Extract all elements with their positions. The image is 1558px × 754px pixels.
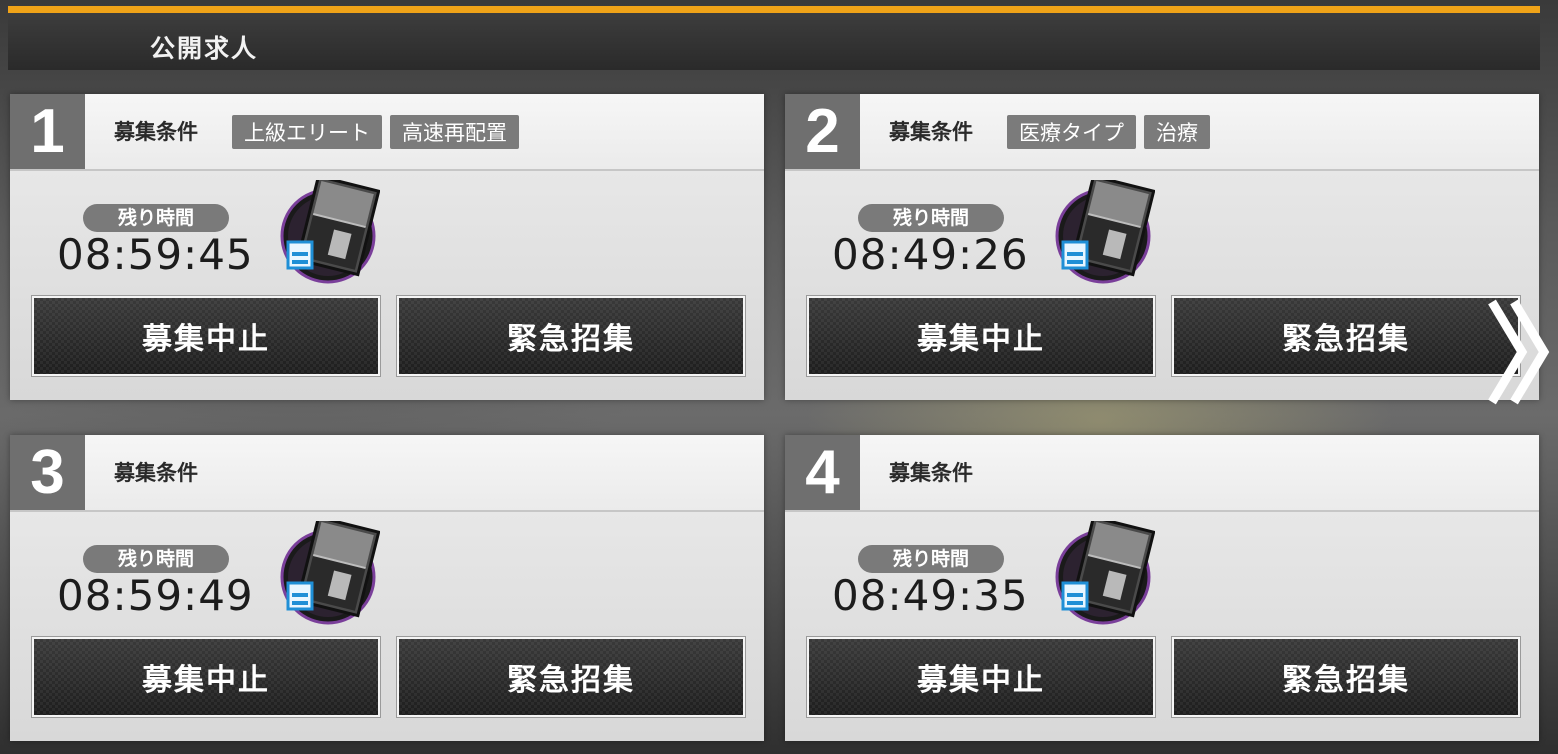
slot-header: 3 募集条件 xyxy=(10,435,764,512)
condition-tags: 上級エリート 高速再配置 xyxy=(232,115,519,149)
next-page-icon[interactable] xyxy=(1484,292,1554,412)
slot-number: 3 xyxy=(10,435,85,510)
condition-tag: 高速再配置 xyxy=(390,115,519,149)
slot-header: 1 募集条件 上級エリート 高速再配置 xyxy=(10,94,764,171)
recruitment-slot: 3 募集条件 残り時間 08:59:49 募集中止 緊急招集 xyxy=(10,435,764,741)
remaining-time-badge: 残り時間 xyxy=(858,545,1004,573)
expedite-button[interactable]: 緊急招集 xyxy=(1171,295,1521,377)
expedite-button[interactable]: 緊急招集 xyxy=(1171,636,1521,718)
stop-recruitment-button[interactable]: 募集中止 xyxy=(31,636,381,718)
remaining-time-value: 08:49:35 xyxy=(832,571,1029,620)
recruitment-permit-icon xyxy=(1051,515,1156,625)
recruitment-permit-icon xyxy=(1051,174,1156,284)
recruitment-permit-icon xyxy=(276,515,381,625)
expedite-button[interactable]: 緊急招集 xyxy=(396,636,746,718)
recruitment-slot: 4 募集条件 残り時間 08:49:35 募集中止 緊急招集 xyxy=(785,435,1539,741)
stop-recruitment-button[interactable]: 募集中止 xyxy=(806,295,1156,377)
remaining-time-badge: 残り時間 xyxy=(83,545,229,573)
remaining-time-value: 08:59:49 xyxy=(57,571,254,620)
stop-recruitment-button[interactable]: 募集中止 xyxy=(806,636,1156,718)
condition-label: 募集条件 xyxy=(114,120,198,144)
top-bar: 公開求人 xyxy=(8,6,1540,70)
recruitment-slot: 2 募集条件 医療タイプ 治療 残り時間 08:49:26 募集中止 緊急招集 xyxy=(785,94,1539,400)
page-title: 公開求人 xyxy=(150,34,259,63)
remaining-time-value: 08:49:26 xyxy=(832,230,1029,279)
condition-label: 募集条件 xyxy=(889,461,973,485)
slot-header: 2 募集条件 医療タイプ 治療 xyxy=(785,94,1539,171)
stop-recruitment-button[interactable]: 募集中止 xyxy=(31,295,381,377)
slot-number: 1 xyxy=(10,94,85,169)
expedite-button[interactable]: 緊急招集 xyxy=(396,295,746,377)
slot-header: 4 募集条件 xyxy=(785,435,1539,512)
recruitment-permit-icon xyxy=(276,174,381,284)
condition-label: 募集条件 xyxy=(114,461,198,485)
remaining-time-badge: 残り時間 xyxy=(83,204,229,232)
remaining-time-value: 08:59:45 xyxy=(57,230,254,279)
condition-tag: 治療 xyxy=(1144,115,1210,149)
condition-tags: 医療タイプ 治療 xyxy=(1007,115,1210,149)
condition-tag: 上級エリート xyxy=(232,115,382,149)
condition-tag: 医療タイプ xyxy=(1007,115,1136,149)
remaining-time-badge: 残り時間 xyxy=(858,204,1004,232)
slot-number: 2 xyxy=(785,94,860,169)
condition-label: 募集条件 xyxy=(889,120,973,144)
slot-number: 4 xyxy=(785,435,860,510)
recruitment-slot: 1 募集条件 上級エリート 高速再配置 残り時間 08:59:45 募集中止 緊急… xyxy=(10,94,764,400)
